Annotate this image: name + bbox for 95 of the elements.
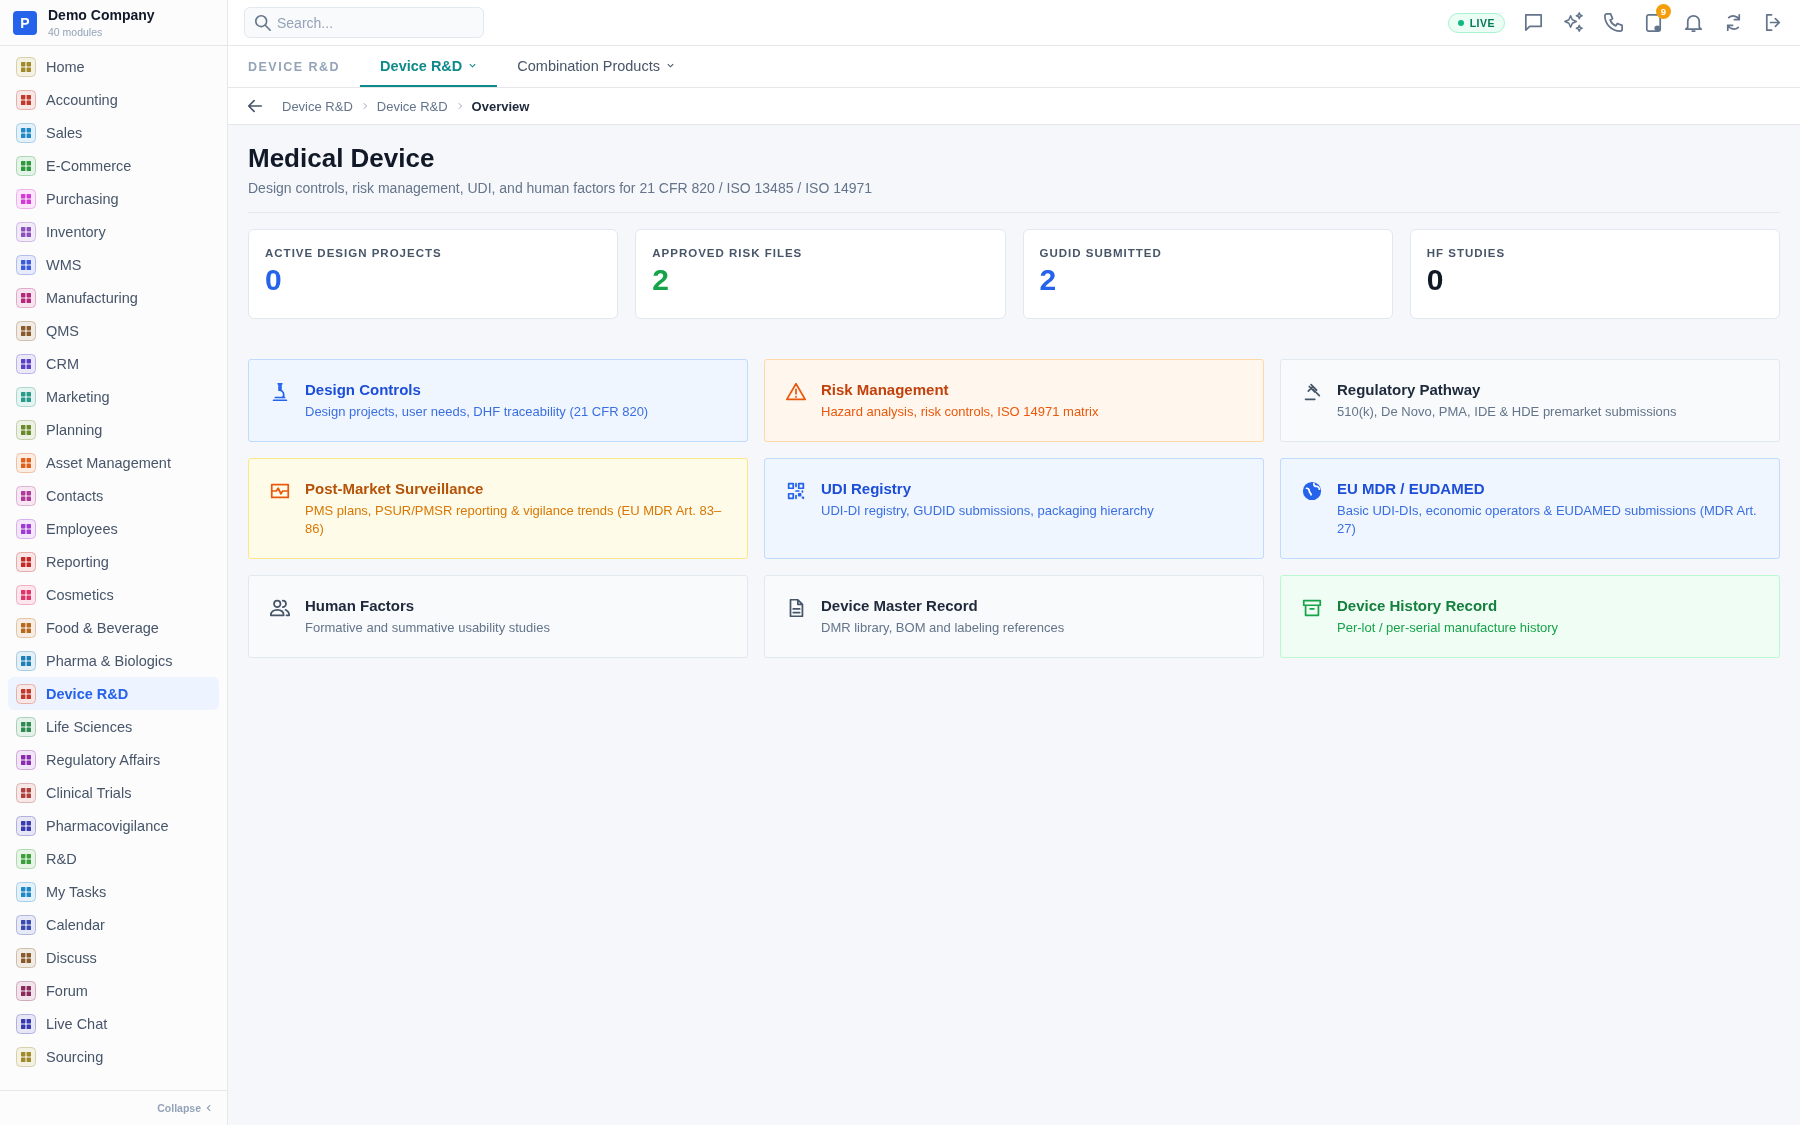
sidebar-item[interactable]: Marketing xyxy=(8,380,219,413)
sidebar-item[interactable]: Cosmetics xyxy=(8,578,219,611)
chevron-icon xyxy=(360,102,369,110)
chevron-down-icon xyxy=(468,61,478,70)
card-description: PMS plans, PSUR/PMSR reporting & vigilance trends (EU MDR Art. 83–86) xyxy=(305,502,723,538)
sidebar-item[interactable]: Device R&D xyxy=(8,677,219,710)
card-title: Device History Record xyxy=(1337,597,1499,614)
module-card[interactable]: Risk Management Hazard analysis, risk controls, ISO 14971 matrix xyxy=(764,359,1264,442)
chevron-down-icon xyxy=(665,61,675,70)
chat-icon[interactable] xyxy=(1522,11,1545,34)
card-description: Basic UDI-DIs, economic operators & EUDAMED submissions (MDR Art. 27) xyxy=(1337,502,1758,538)
card-title: Human Factors xyxy=(305,597,416,614)
sidebar-item[interactable]: My Tasks xyxy=(8,875,219,908)
back-arrow-icon[interactable] xyxy=(246,97,264,115)
sidebar-item[interactable]: R&D xyxy=(8,842,219,875)
qr-code-icon xyxy=(785,480,807,502)
company-logo: P xyxy=(13,10,37,35)
phone-icon[interactable] xyxy=(1602,11,1625,34)
module-card[interactable]: Regulatory Pathway 510(k), De Novo, PMA, IDE & HDE premarket submissions xyxy=(1280,359,1780,442)
status-dot-icon xyxy=(1457,19,1464,26)
breadcrumb-item[interactable]: Device R&D xyxy=(376,98,448,114)
sidebar-item[interactable]: E-Commerce xyxy=(8,149,219,182)
sidebar-item[interactable]: Regulatory Affairs xyxy=(8,743,219,776)
sparkle-icon[interactable] xyxy=(1562,11,1585,34)
chevron-left-icon xyxy=(205,1104,213,1112)
chevron-icon xyxy=(455,102,464,110)
stat-label: APPROVED RISK FILES xyxy=(652,247,804,259)
breadcrumb-item[interactable]: Device R&D xyxy=(282,98,353,114)
sidebar-item[interactable]: Live Chat xyxy=(8,1007,219,1040)
tab[interactable]: Combination Products xyxy=(497,46,695,87)
notification-badge: 9 xyxy=(1656,4,1671,19)
sidebar-item[interactable]: Inventory xyxy=(8,215,219,248)
sidebar-item[interactable]: Purchasing xyxy=(8,182,219,215)
module-card[interactable]: EU MDR / EUDAMED Basic UDI-DIs, economic operators & EUDAMED submissions (MDR Art. 27) xyxy=(1280,458,1780,559)
sidebar-item[interactable]: QMS xyxy=(8,314,219,347)
users-icon xyxy=(269,597,291,619)
card-description: Formative and summative usability studies xyxy=(305,619,550,637)
card-description: DMR library, BOM and labeling references xyxy=(821,619,1065,637)
page-subtitle: Design controls, risk management, UDI, and human factors for 21 CFR 820 / ISO 13485 / ISO 14971 xyxy=(248,180,874,196)
module-card[interactable]: UDI Registry UDI-DI registry, GUDID submissions, packaging hierarchy xyxy=(764,458,1264,559)
sidebar-item[interactable]: Discuss xyxy=(8,941,219,974)
stat-label: GUDID SUBMITTED xyxy=(1039,247,1163,259)
module-card[interactable]: Post-Market Surveillance PMS plans, PSUR/PMSR reporting & vigilance trends (EU MDR Art. 83–86) xyxy=(248,458,748,559)
archive-icon xyxy=(1301,597,1323,619)
card-title: Device Master Record xyxy=(821,597,979,614)
sidebar-item[interactable]: Calendar xyxy=(8,908,219,941)
card-title: Post-Market Surveillance xyxy=(305,480,485,497)
sidebar-item[interactable]: Employees xyxy=(8,512,219,545)
live-label: LIVE xyxy=(1469,16,1495,29)
section-label: DEVICE R&D xyxy=(248,58,341,76)
sidebar-item[interactable]: Pharma & Biologics xyxy=(8,644,219,677)
sidebar-item[interactable]: Forum xyxy=(8,974,219,1007)
sidebar-item[interactable]: Clinical Trials xyxy=(8,776,219,809)
sidebar-item[interactable]: Manufacturing xyxy=(8,281,219,314)
card-title: Risk Management xyxy=(821,381,950,398)
sidebar-item[interactable]: Contacts xyxy=(8,479,219,512)
card-description: UDI-DI registry, GUDID submissions, packaging hierarchy xyxy=(821,502,1154,520)
sidebar-item[interactable]: WMS xyxy=(8,248,219,281)
search-icon xyxy=(254,14,272,32)
stat-value: 0 xyxy=(265,265,283,295)
card-title: UDI Registry xyxy=(821,480,913,497)
module-card[interactable]: Human Factors Formative and summative usability studies xyxy=(248,575,748,658)
page-title: Medical Device xyxy=(248,143,436,174)
sidebar-item[interactable]: Sales xyxy=(8,116,219,149)
module-count: 40 modules xyxy=(48,26,104,38)
sidebar-item[interactable]: Pharmacovigilance xyxy=(8,809,219,842)
sidebar-item[interactable]: Home xyxy=(8,50,219,83)
card-title: Regulatory Pathway xyxy=(1337,381,1482,398)
company-name: Demo Company xyxy=(48,7,155,23)
card-title: EU MDR / EUDAMED xyxy=(1337,480,1486,497)
sidebar-item[interactable]: Life Sciences xyxy=(8,710,219,743)
card-description: 510(k), De Novo, PMA, IDE & HDE premarket submissions xyxy=(1337,403,1677,421)
sidebar-item[interactable]: Sourcing xyxy=(8,1040,219,1073)
module-card[interactable]: Design Controls Design projects, user needs, DHF traceability (21 CFR 820) xyxy=(248,359,748,442)
warning-icon xyxy=(785,381,807,403)
sidebar-item[interactable]: Asset Management xyxy=(8,446,219,479)
breadcrumb-item: Overview xyxy=(471,98,530,114)
stat-label: HF STUDIES xyxy=(1426,247,1507,259)
sidebar-item[interactable]: CRM xyxy=(8,347,219,380)
search-field[interactable]: Search... xyxy=(244,7,484,38)
sidebar-item[interactable]: Planning xyxy=(8,413,219,446)
stat-value: 2 xyxy=(652,265,670,295)
card-description: Design projects, user needs, DHF traceability (21 CFR 820) xyxy=(305,403,649,421)
sidebar-item[interactable]: Accounting xyxy=(8,83,219,116)
stat-value: 0 xyxy=(1426,265,1445,295)
stat-label: ACTIVE DESIGN PROJECTS xyxy=(265,247,443,259)
sidebar-item[interactable]: Reporting xyxy=(8,545,219,578)
card-title: Design Controls xyxy=(305,381,422,398)
globe-icon xyxy=(1301,480,1323,502)
sidebar-item[interactable]: Food & Beverage xyxy=(8,611,219,644)
stat-value: 2 xyxy=(1039,265,1058,295)
module-card[interactable]: Device Master Record DMR library, BOM and labeling references xyxy=(764,575,1264,658)
card-description: Hazard analysis, risk controls, ISO 14971 matrix xyxy=(821,403,1099,421)
module-card[interactable]: Device History Record Per-lot / per-serial manufacture history xyxy=(1280,575,1780,658)
card-description: Per-lot / per-serial manufacture history xyxy=(1337,619,1559,637)
